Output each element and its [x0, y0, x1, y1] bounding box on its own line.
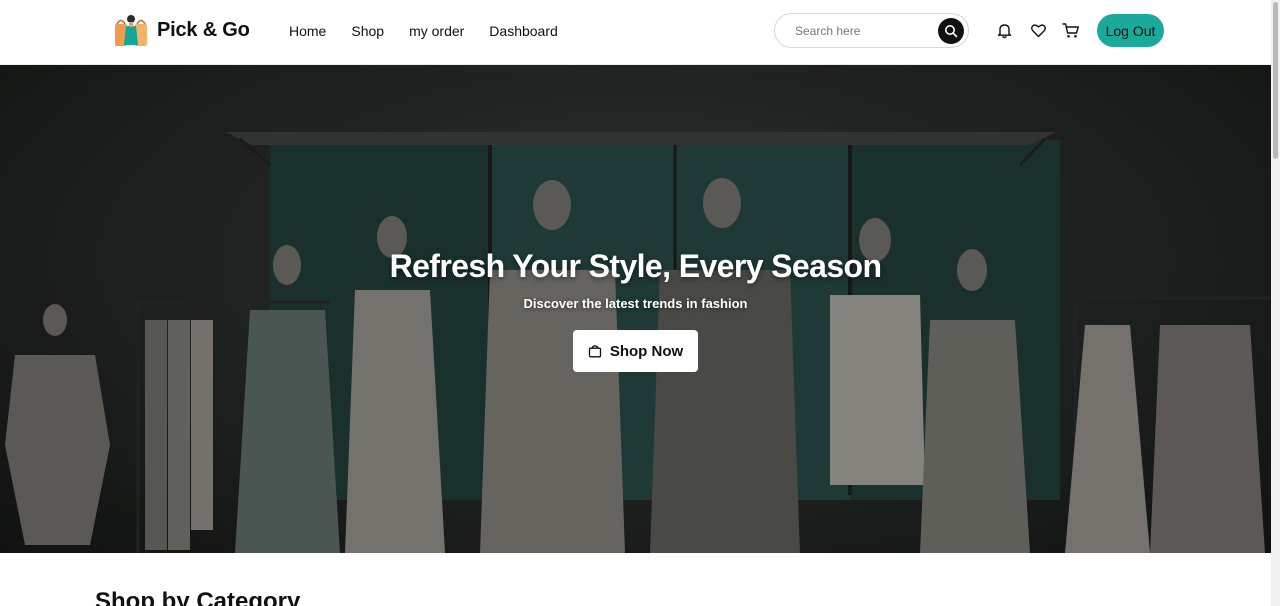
- brand-logo-icon: [113, 12, 151, 48]
- shop-by-category-title: Shop by Category: [95, 588, 301, 606]
- brand-name: Pick & Go: [157, 18, 250, 41]
- search-input[interactable]: [795, 22, 935, 40]
- logout-button[interactable]: Log Out: [1097, 14, 1164, 47]
- notifications-button[interactable]: [995, 21, 1013, 39]
- search-bar: [774, 13, 969, 48]
- bell-icon: [996, 22, 1013, 39]
- page-scrollbar[interactable]: [1271, 0, 1280, 606]
- hero-title: Refresh Your Style, Every Season: [389, 248, 882, 284]
- nav-dashboard[interactable]: Dashboard: [489, 23, 558, 39]
- main-nav: Home Shop my order Dashboard: [289, 21, 583, 41]
- search-icon: [944, 24, 958, 38]
- nav-shop[interactable]: Shop: [351, 23, 384, 39]
- heart-icon: [1030, 22, 1047, 39]
- search-button[interactable]: [938, 18, 964, 44]
- wishlist-button[interactable]: [1029, 21, 1047, 39]
- hero-banner: Refresh Your Style, Every Season Discove…: [0, 65, 1271, 553]
- shop-now-button[interactable]: Shop Now: [573, 330, 698, 372]
- cart-icon: [1062, 22, 1080, 39]
- top-navbar: Pick & Go Home Shop my order Dashboard S…: [0, 0, 1271, 65]
- hero-subtitle: Discover the latest trends in fashion: [523, 296, 748, 311]
- scrollbar-thumb[interactable]: [1273, 2, 1278, 159]
- nav-my-order[interactable]: my order: [409, 23, 464, 39]
- cart-button[interactable]: [1062, 21, 1080, 39]
- nav-home[interactable]: Home: [289, 23, 326, 39]
- shopping-bag-icon: [588, 344, 602, 358]
- shop-now-label: Shop Now: [609, 342, 684, 360]
- brand-logo[interactable]: Pick & Go: [113, 12, 250, 48]
